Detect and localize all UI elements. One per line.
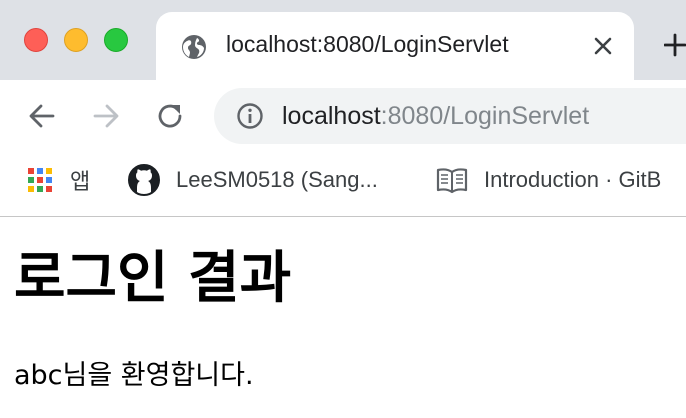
info-icon[interactable] bbox=[236, 102, 264, 130]
github-icon bbox=[128, 164, 160, 196]
bookmark-label: Introduction · GitB bbox=[484, 167, 662, 192]
bookmark-github[interactable]: LeeSM0518 (Sang... bbox=[128, 152, 378, 208]
url-text[interactable]: localhost:8080/LoginServlet bbox=[282, 102, 589, 131]
bookmark-label: LeeSM0518 (Sang... bbox=[176, 167, 378, 192]
browser-toolbar: localhost:8080/LoginServlet bbox=[0, 80, 686, 152]
bookmarks-bar: 앱 LeeSM0518 (Sang... Introduction · GitB bbox=[0, 152, 686, 217]
book-icon bbox=[436, 168, 468, 194]
bookmark-introduction[interactable]: Introduction · GitB bbox=[436, 152, 661, 208]
window-zoom-button[interactable] bbox=[104, 28, 128, 52]
close-icon[interactable] bbox=[590, 33, 616, 59]
welcome-message: abc님을 환영합니다. bbox=[14, 360, 254, 391]
bookmark-label: 앱 bbox=[70, 169, 91, 194]
window-close-button[interactable] bbox=[24, 28, 48, 52]
page-title: 로그인 결과 bbox=[14, 246, 292, 311]
url-path: :8080/LoginServlet bbox=[380, 102, 590, 130]
tab-title: localhost:8080/LoginServlet bbox=[226, 31, 509, 57]
browser-tab-active[interactable]: localhost:8080/LoginServlet bbox=[156, 12, 634, 80]
globe-icon bbox=[182, 35, 206, 59]
address-bar[interactable]: localhost:8080/LoginServlet bbox=[214, 88, 686, 144]
arrow-left-icon[interactable] bbox=[26, 100, 58, 132]
plus-icon[interactable] bbox=[664, 30, 686, 60]
apps-grid-icon bbox=[28, 168, 52, 192]
page-content: 로그인 결과 abc님을 환영합니다. bbox=[0, 217, 686, 418]
bookmark-apps[interactable]: 앱 bbox=[28, 152, 90, 208]
arrow-right-icon[interactable] bbox=[90, 100, 122, 132]
window-minimize-button[interactable] bbox=[64, 28, 88, 52]
reload-icon[interactable] bbox=[154, 100, 186, 132]
tab-strip: localhost:8080/LoginServlet bbox=[0, 0, 686, 80]
url-host: localhost bbox=[282, 102, 381, 130]
